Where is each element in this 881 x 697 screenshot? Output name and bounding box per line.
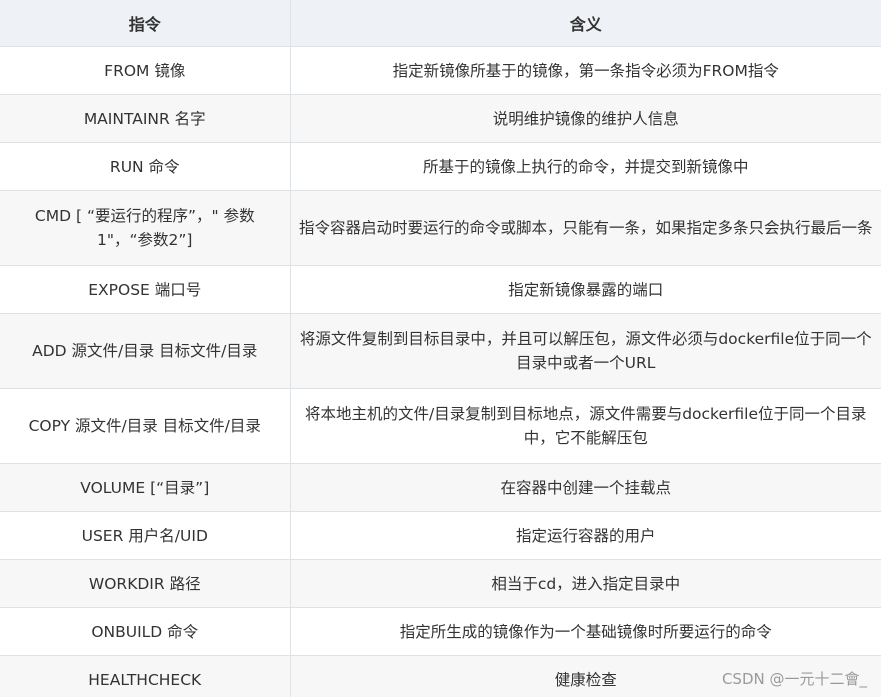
instruction-cell: FROM 镜像 xyxy=(0,46,291,95)
instruction-cell: MAINTAINR 名字 xyxy=(0,94,291,143)
instruction-cell: ONBUILD 命令 xyxy=(0,607,291,656)
table-row: MAINTAINR 名字 说明维护镜像的维护人信息 xyxy=(0,94,881,143)
meaning-cell: 将源文件复制到目标目录中，并且可以解压包，源文件必须与dockerfile位于同… xyxy=(290,313,881,389)
meaning-cell: 指令容器启动时要运行的命令或脚本，只能有一条，如果指定多条只会执行最后一条 xyxy=(290,190,881,266)
instruction-cell: RUN 命令 xyxy=(0,142,291,191)
table-row: WORKDIR 路径 相当于cd，进入指定目录中 xyxy=(0,559,881,608)
table-row: EXPOSE 端口号 指定新镜像暴露的端口 xyxy=(0,265,881,314)
meaning-cell: 在容器中创建一个挂载点 xyxy=(290,463,881,512)
table-row: FROM 镜像 指定新镜像所基于的镜像，第一条指令必须为FROM指令 xyxy=(0,46,881,95)
meaning-cell: 指定新镜像暴露的端口 xyxy=(290,265,881,314)
table-row: ADD 源文件/目录 目标文件/目录 将源文件复制到目标目录中，并且可以解压包，… xyxy=(0,313,881,389)
table-row: RUN 命令 所基于的镜像上执行的命令，并提交到新镜像中 xyxy=(0,142,881,191)
instruction-cell: WORKDIR 路径 xyxy=(0,559,291,608)
meaning-cell: 所基于的镜像上执行的命令，并提交到新镜像中 xyxy=(290,142,881,191)
instruction-cell: ADD 源文件/目录 目标文件/目录 xyxy=(0,313,291,389)
meaning-cell: 说明维护镜像的维护人信息 xyxy=(290,94,881,143)
instruction-cell: COPY 源文件/目录 目标文件/目录 xyxy=(0,388,291,464)
table-row: CMD [ “要运行的程序”，" 参数1"，“参数2”] 指令容器启动时要运行的… xyxy=(0,190,881,266)
meaning-cell: 相当于cd，进入指定目录中 xyxy=(290,559,881,608)
meaning-cell: 指定所生成的镜像作为一个基础镜像时所要运行的命令 xyxy=(290,607,881,656)
instruction-cell: EXPOSE 端口号 xyxy=(0,265,291,314)
instruction-cell: HEALTHCHECK xyxy=(0,655,291,697)
instruction-cell: VOLUME [“目录”] xyxy=(0,463,291,512)
table-row: COPY 源文件/目录 目标文件/目录 将本地主机的文件/目录复制到目标地点，源… xyxy=(0,388,881,464)
meaning-cell: 指定新镜像所基于的镜像，第一条指令必须为FROM指令 xyxy=(290,46,881,95)
column-header-instruction: 指令 xyxy=(0,0,291,47)
table-row: ONBUILD 命令 指定所生成的镜像作为一个基础镜像时所要运行的命令 xyxy=(0,607,881,656)
instruction-cell: USER 用户名/UID xyxy=(0,511,291,560)
watermark: CSDN @一元十二會_ xyxy=(721,670,867,688)
column-header-meaning: 含义 xyxy=(290,0,881,47)
meaning-cell: 指定运行容器的用户 xyxy=(290,511,881,560)
meaning-cell: 将本地主机的文件/目录复制到目标地点，源文件需要与dockerfile位于同一个… xyxy=(290,388,881,464)
table-row: VOLUME [“目录”] 在容器中创建一个挂载点 xyxy=(0,463,881,512)
dockerfile-instruction-table: 指令 含义 FROM 镜像 指定新镜像所基于的镜像，第一条指令必须为FROM指令… xyxy=(0,0,881,697)
table-header-row: 指令 含义 xyxy=(0,0,881,47)
table-row: USER 用户名/UID 指定运行容器的用户 xyxy=(0,511,881,560)
instruction-cell: CMD [ “要运行的程序”，" 参数1"，“参数2”] xyxy=(0,190,291,266)
